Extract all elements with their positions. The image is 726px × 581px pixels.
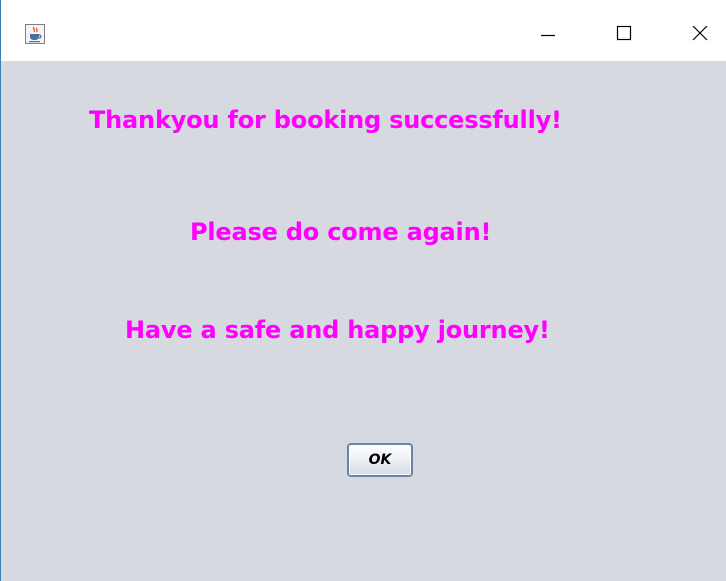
minimize-button[interactable]: [525, 12, 571, 54]
maximize-icon: [616, 25, 632, 41]
safe-journey-message: Have a safe and happy journey!: [125, 316, 550, 344]
close-icon: [692, 25, 708, 41]
ok-button[interactable]: OK: [347, 443, 413, 477]
dialog-content: Thankyou for booking successfully! Pleas…: [1, 61, 726, 581]
minimize-icon: [541, 34, 555, 37]
come-again-message: Please do come again!: [190, 218, 492, 246]
maximize-button[interactable]: [601, 12, 647, 54]
title-bar[interactable]: [1, 0, 726, 61]
thank-you-message: Thankyou for booking successfully!: [89, 106, 562, 134]
booking-confirmation-window: Thankyou for booking successfully! Pleas…: [0, 0, 726, 581]
close-button[interactable]: [676, 12, 722, 54]
java-cup-icon[interactable]: [25, 24, 45, 44]
